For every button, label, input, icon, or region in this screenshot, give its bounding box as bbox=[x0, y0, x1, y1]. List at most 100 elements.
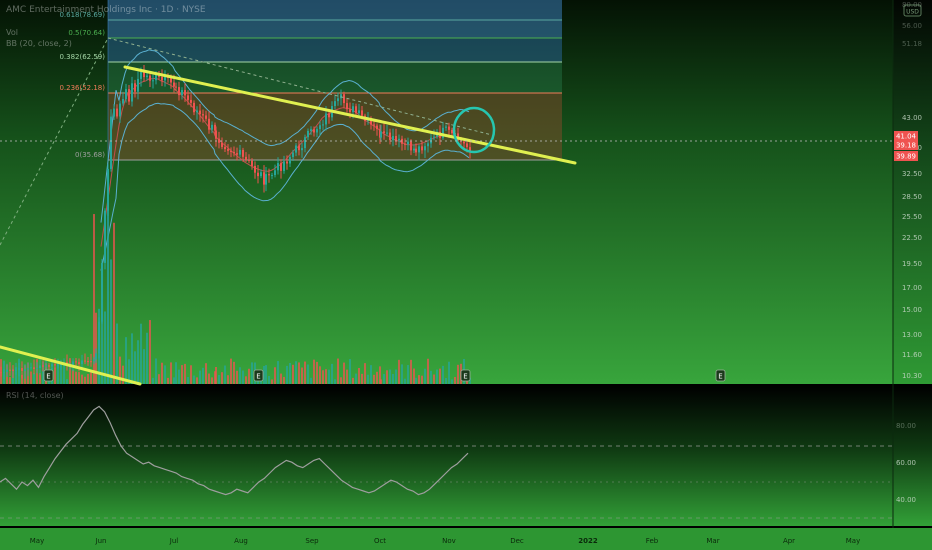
time-axis-label: May bbox=[30, 537, 44, 545]
candle bbox=[75, 361, 77, 363]
candle bbox=[90, 361, 92, 363]
time-axis-label: Jul bbox=[169, 537, 179, 545]
volume-bar bbox=[358, 368, 360, 384]
volume-bar bbox=[283, 376, 285, 384]
volume-bar bbox=[289, 363, 291, 384]
volume-bar bbox=[178, 369, 180, 384]
candle bbox=[95, 353, 97, 360]
candle bbox=[233, 151, 235, 154]
volume-bar bbox=[233, 361, 235, 384]
candle bbox=[418, 146, 420, 153]
candle bbox=[190, 99, 192, 103]
volume-bar bbox=[221, 372, 223, 384]
earnings-marker[interactable]: E bbox=[715, 369, 726, 382]
volume-legend[interactable]: Vol bbox=[6, 28, 18, 37]
volume-bar bbox=[181, 365, 183, 384]
price-axis-label: 51.18 bbox=[902, 40, 922, 48]
candle bbox=[392, 136, 394, 141]
volume-bar bbox=[215, 366, 217, 384]
price-axis-label: 25.50 bbox=[902, 213, 922, 221]
volume-bar bbox=[340, 377, 342, 384]
price-axis-label: 17.00 bbox=[902, 284, 922, 292]
candle bbox=[254, 165, 256, 173]
price-axis-label: 13.00 bbox=[902, 331, 922, 339]
volume-bar bbox=[140, 323, 142, 384]
volume-bar bbox=[319, 366, 321, 384]
volume-bar bbox=[143, 349, 145, 384]
volume-bar bbox=[69, 358, 71, 384]
volume-bar bbox=[352, 377, 354, 384]
volume-bar bbox=[331, 363, 333, 384]
volume-bar bbox=[439, 368, 441, 384]
currency-badge-label: USD bbox=[906, 9, 919, 16]
candle bbox=[466, 143, 468, 148]
volume-bar bbox=[407, 365, 409, 384]
volume-bar bbox=[87, 373, 89, 384]
volume-bar bbox=[78, 372, 80, 384]
volume-bar bbox=[208, 373, 210, 384]
volume-bar bbox=[245, 376, 247, 384]
candle bbox=[355, 106, 357, 114]
candle bbox=[164, 76, 166, 81]
volume-bar bbox=[298, 362, 300, 384]
candle bbox=[265, 174, 267, 185]
symbol-line[interactable]: AMC Entertainment Holdings Inc · 1D · NY… bbox=[6, 5, 206, 15]
candle bbox=[12, 369, 14, 371]
candle bbox=[361, 110, 363, 116]
candle bbox=[310, 129, 312, 131]
candle bbox=[248, 160, 250, 162]
candle bbox=[175, 86, 177, 88]
fib-zone bbox=[108, 20, 562, 38]
chart-canvas: 0.618(78.69)0.5(70.64)0.382(62.59)0.236(… bbox=[0, 0, 932, 550]
volume-bar bbox=[54, 367, 56, 384]
volume-bar bbox=[433, 374, 435, 384]
candle bbox=[239, 149, 241, 155]
time-axis-label: 2022 bbox=[578, 537, 598, 545]
candle bbox=[205, 115, 207, 119]
candle bbox=[373, 124, 375, 126]
earnings-marker[interactable]: E bbox=[43, 369, 54, 382]
rsi-legend[interactable]: RSI (14, close) bbox=[6, 391, 64, 400]
candle bbox=[227, 149, 229, 151]
volume-bar bbox=[346, 369, 348, 384]
candle bbox=[134, 83, 136, 92]
volume-bar bbox=[75, 371, 77, 384]
time-axis-label: Aug bbox=[234, 537, 248, 545]
candle bbox=[202, 114, 204, 116]
volume-bar bbox=[9, 377, 11, 384]
price-axis-label: 43.00 bbox=[902, 114, 922, 122]
volume-bar bbox=[401, 364, 403, 384]
bb-legend[interactable]: BB (20, close, 2) bbox=[6, 39, 72, 48]
candle bbox=[257, 172, 259, 177]
volume-bar bbox=[404, 378, 406, 384]
earnings-marker[interactable]: E bbox=[460, 369, 471, 382]
candle bbox=[346, 103, 348, 110]
volume-bar bbox=[152, 377, 154, 384]
candle bbox=[93, 359, 95, 362]
volume-bar bbox=[227, 375, 229, 384]
volume-bar bbox=[161, 362, 163, 384]
volume-bar bbox=[334, 379, 336, 384]
volume-bar bbox=[125, 337, 127, 384]
earnings-marker-label: E bbox=[718, 373, 722, 381]
earnings-marker[interactable]: E bbox=[253, 369, 264, 382]
candle bbox=[260, 172, 262, 177]
volume-bar bbox=[277, 361, 279, 384]
volume-bar bbox=[364, 363, 366, 384]
rsi-axis-label: 60.00 bbox=[896, 459, 916, 467]
candle bbox=[208, 118, 210, 130]
candle bbox=[277, 163, 279, 171]
volume-bar bbox=[199, 370, 201, 384]
candle bbox=[51, 364, 53, 367]
candle bbox=[304, 137, 306, 149]
candle bbox=[221, 142, 223, 147]
volume-bar bbox=[454, 376, 456, 384]
volume-bar bbox=[316, 361, 318, 384]
fib-level-label: 0(35.68) bbox=[75, 151, 105, 159]
candle bbox=[224, 146, 226, 150]
volume-bar bbox=[398, 359, 400, 384]
price-tag-label: 39.18 bbox=[896, 142, 916, 150]
candle bbox=[15, 370, 17, 372]
volume-bar bbox=[271, 379, 273, 384]
volume-bar bbox=[33, 373, 35, 384]
